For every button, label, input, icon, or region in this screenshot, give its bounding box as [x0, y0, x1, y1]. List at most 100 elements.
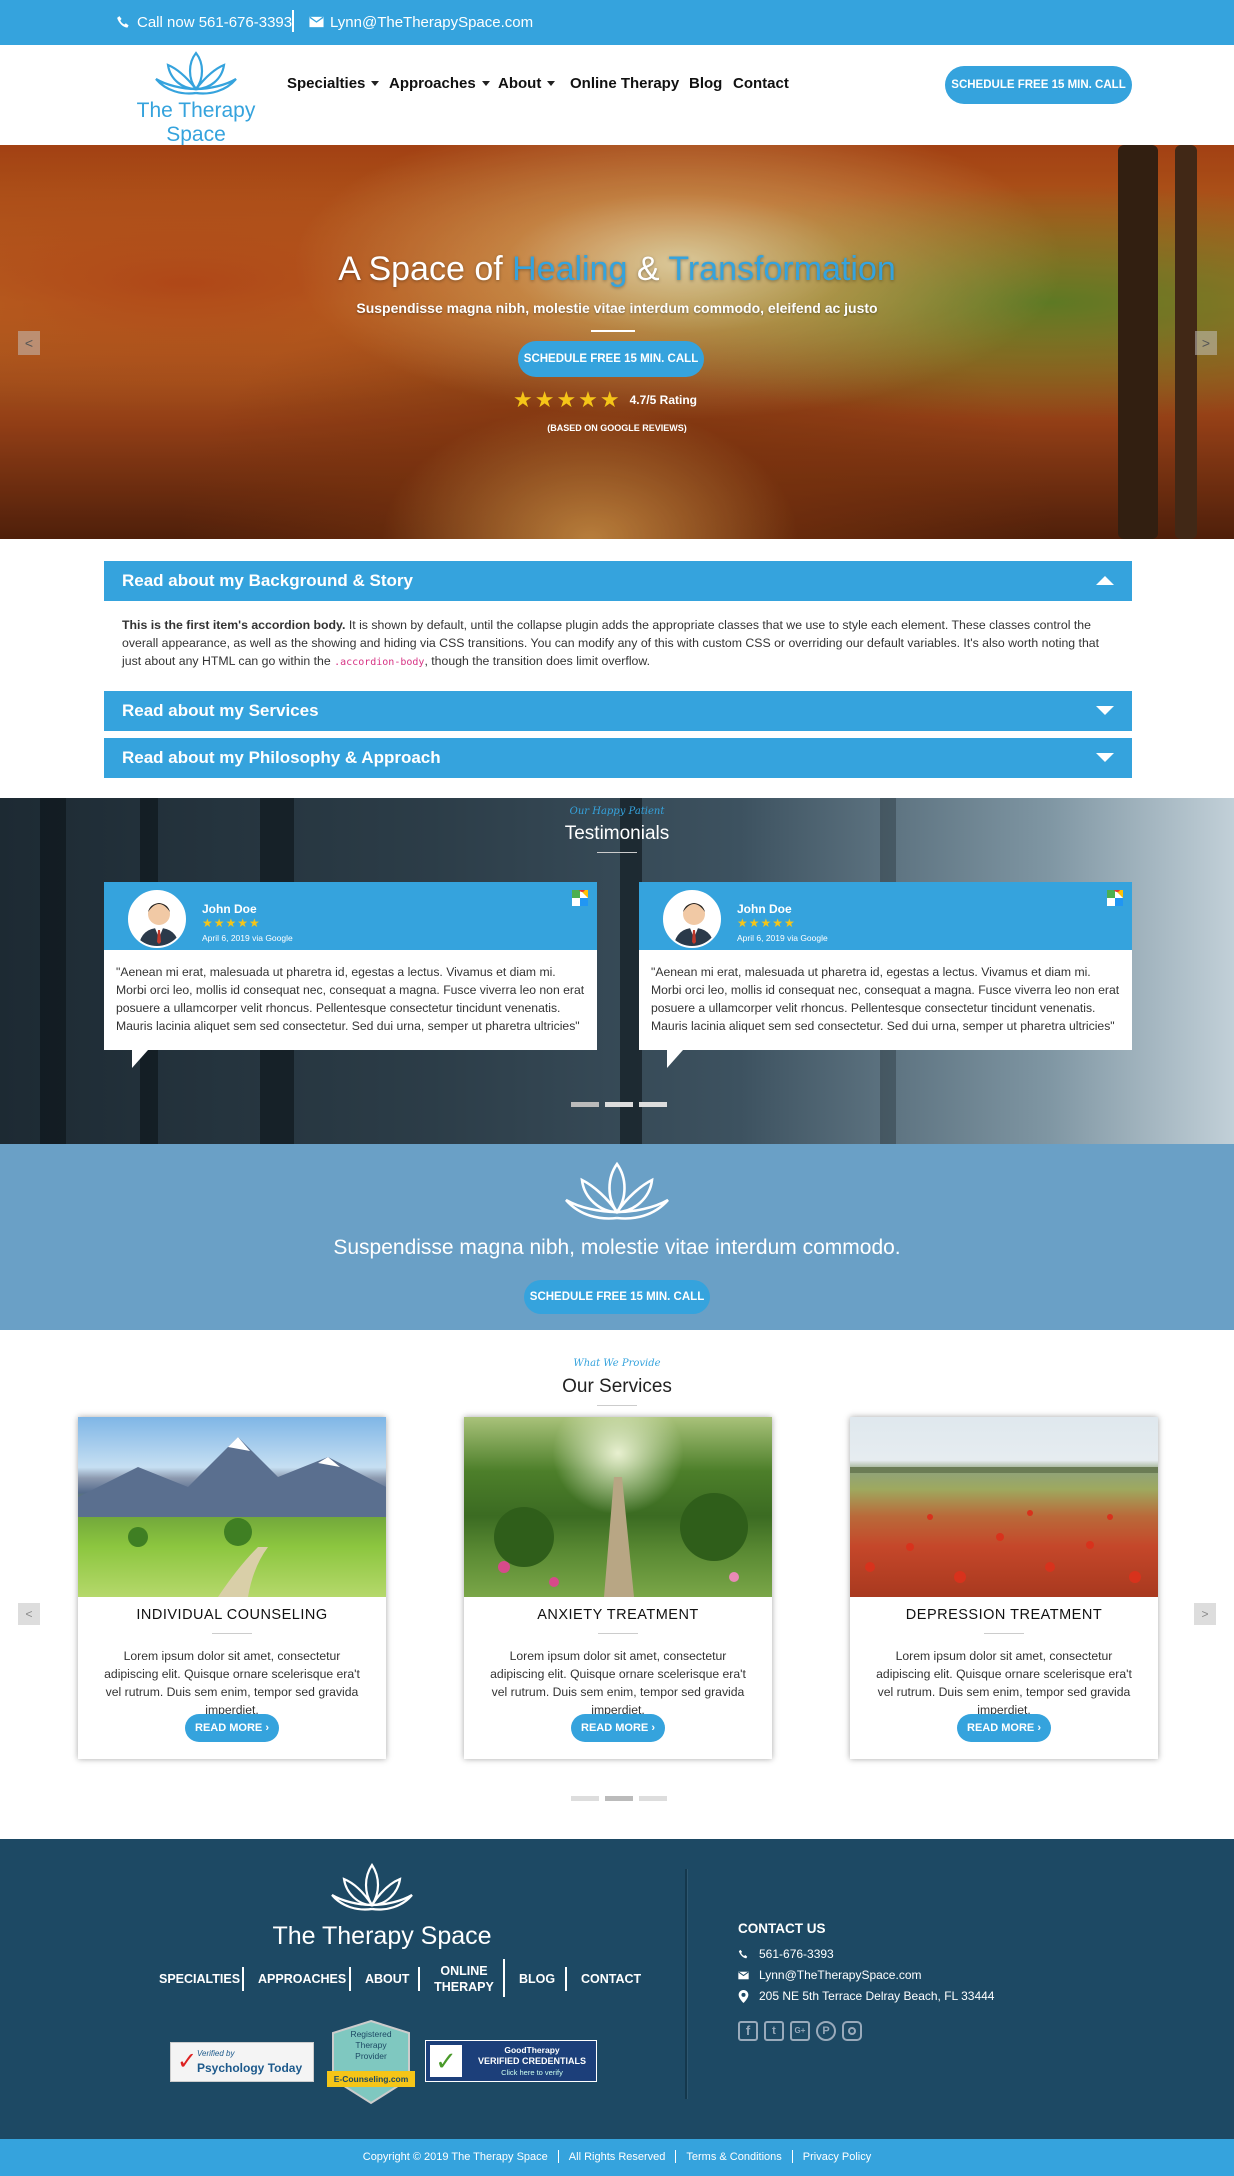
- forest-tree: [40, 798, 66, 1144]
- nav-label: Contact: [733, 75, 789, 92]
- top-email-link[interactable]: Lynn@TheTherapySpace.com: [309, 12, 533, 32]
- twitter-icon[interactable]: t: [764, 2021, 784, 2041]
- badge-name-text: Psychology Today: [197, 2061, 303, 2075]
- top-phone-link[interactable]: Call now 561-676-3393: [116, 12, 292, 32]
- services-pagination: [571, 1796, 667, 1801]
- mountain-landscape-icon: [78, 1437, 386, 1597]
- footer-link-about[interactable]: ABOUT: [365, 1971, 409, 1987]
- speech-tail: [132, 1050, 148, 1068]
- pinterest-icon[interactable]: P: [816, 2021, 836, 2041]
- title-divider: [597, 852, 637, 853]
- carousel-dot[interactable]: [639, 1796, 667, 1801]
- nav-approaches[interactable]: Approaches: [389, 75, 490, 92]
- testimonials-pagination: [571, 1102, 667, 1107]
- garden-path-icon: [494, 1477, 748, 1597]
- carousel-dot[interactable]: [571, 1796, 599, 1801]
- service-text: Lorem ipsum dolor sit amet, consectetur …: [876, 1649, 1132, 1717]
- testimonials-kicker: Our Happy Patient: [569, 806, 665, 817]
- footer-email-text: Lynn@TheTherapySpace.com: [759, 1968, 922, 1982]
- goodtherapy-badge[interactable]: ✓ GoodTherapy VERIFIED CREDENTIALS Click…: [425, 2040, 597, 2082]
- testimonial-name: John Doe: [202, 902, 257, 916]
- poppy-field-icon: [850, 1467, 1158, 1583]
- accordion-title: Read about my Services: [122, 701, 319, 720]
- rating-stars-icon: ★★★★★: [513, 387, 622, 412]
- nav-contact[interactable]: Contact: [733, 75, 789, 92]
- cta-band: Suspendisse magna nibh, molestie vitae i…: [0, 1144, 1234, 1330]
- envelope-icon: [309, 16, 324, 28]
- accordion-header-background[interactable]: Read about my Background & Story: [104, 561, 1132, 601]
- carousel-dot[interactable]: [571, 1102, 599, 1107]
- chevron-right-icon: ›: [1037, 1722, 1041, 1734]
- carousel-dot[interactable]: [605, 1102, 633, 1107]
- footer-link-divider: [349, 1967, 351, 1991]
- poppy-field-image: [850, 1417, 1158, 1597]
- psychology-today-badge[interactable]: ✓ Verified by Psychology Today: [170, 2042, 314, 2082]
- map-pin-icon: [738, 1989, 749, 2003]
- carousel-dot[interactable]: [605, 1796, 633, 1801]
- chevron-up-icon: [1096, 576, 1114, 585]
- bottom-divider: [791, 2150, 793, 2163]
- service-card: DEPRESSION TREATMENT Lorem ipsum dolor s…: [850, 1417, 1158, 1759]
- site-header: The Therapy Space Specialties Approaches…: [0, 45, 1234, 146]
- footer-link-approaches[interactable]: APPROACHES: [258, 1971, 346, 1987]
- service-text: Lorem ipsum dolor sit amet, consectetur …: [104, 1649, 360, 1717]
- google-plus-icon[interactable]: G+: [790, 2021, 810, 2041]
- lotus-logo-icon: [155, 51, 237, 95]
- badge-name-text: GoodTherapy: [504, 2045, 560, 2055]
- testimonial-name: John Doe: [737, 902, 792, 916]
- bottom-links: Copyright © 2019 The Therapy Space All R…: [0, 2150, 1234, 2163]
- read-more-button[interactable]: READ MORE ›: [185, 1714, 279, 1742]
- footer-link-contact[interactable]: CONTACT: [581, 1971, 641, 1987]
- testimonial-meta: April 6, 2019 via Google: [202, 933, 293, 943]
- checkmark-icon: ✓: [177, 2048, 198, 2075]
- site-logo[interactable]: The Therapy Space: [108, 49, 284, 146]
- hero-prev-arrow[interactable]: <: [18, 331, 40, 355]
- footer-link-specialties[interactable]: SPECIALTIES: [159, 1971, 240, 1987]
- cta-schedule-button[interactable]: Schedule Free 15 Min. Call: [524, 1280, 710, 1314]
- chevron-left-icon: <: [24, 335, 34, 351]
- google-maps-icon: [1107, 890, 1123, 906]
- chevron-down-icon: [1096, 706, 1114, 715]
- footer-link-divider: [242, 1967, 244, 1991]
- lotus-logo-icon: [331, 1863, 413, 1911]
- service-divider: [984, 1633, 1024, 1634]
- hero-title: A Space of Healing & Transformation: [0, 250, 1234, 289]
- footer-address-text: 205 NE 5th Terrace Delray Beach, FL 3344…: [759, 1989, 995, 2003]
- nav-online-therapy[interactable]: Online Therapy: [570, 75, 679, 92]
- e-counseling-badge[interactable]: Registered Therapy Provider E-Counseling…: [327, 2019, 415, 2105]
- hero-subtitle: Suspendisse magna nibh, molestie vitae i…: [356, 300, 878, 316]
- testimonials-title: Testimonials: [564, 823, 670, 844]
- services-title: Our Services: [562, 1376, 672, 1397]
- accordion-header-philosophy[interactable]: Read about my Philosophy & Approach: [104, 738, 1132, 778]
- services-prev-arrow[interactable]: <: [18, 1603, 40, 1625]
- avatar: [128, 890, 186, 948]
- footer-link-online-therapy[interactable]: ONLINE THERAPY: [432, 1963, 496, 1995]
- header-schedule-button[interactable]: Schedule Free 15 Min. Call: [945, 66, 1132, 104]
- footer-link-blog[interactable]: BLOG: [519, 1971, 555, 1987]
- nav-blog[interactable]: Blog: [689, 75, 722, 92]
- nav-label: Online Therapy: [570, 75, 680, 92]
- nav-about[interactable]: About: [498, 75, 556, 92]
- facebook-icon[interactable]: f: [738, 2021, 758, 2041]
- hero-schedule-button[interactable]: Schedule Free 15 Min. Call: [518, 341, 704, 377]
- footer-email[interactable]: Lynn@TheTherapySpace.com: [738, 1968, 922, 1982]
- services-next-arrow[interactable]: >: [1194, 1603, 1216, 1625]
- footer-phone[interactable]: 561-676-3393: [738, 1947, 834, 1961]
- carousel-dot[interactable]: [639, 1102, 667, 1107]
- read-more-button[interactable]: READ MORE ›: [957, 1714, 1051, 1742]
- badge-verified-text: VERIFIED CREDENTIALS: [477, 2056, 586, 2066]
- nav-specialties[interactable]: Specialties: [287, 75, 380, 92]
- privacy-link[interactable]: Privacy Policy: [803, 2151, 871, 2163]
- service-text: Lorem ipsum dolor sit amet, consectetur …: [490, 1649, 746, 1717]
- chevron-down-icon: [1096, 753, 1114, 762]
- service-title: DEPRESSION TREATMENT: [905, 1607, 1103, 1623]
- rating-stars-icon: ★★★★★: [202, 916, 261, 930]
- hero-next-arrow[interactable]: >: [1195, 331, 1217, 355]
- terms-link[interactable]: Terms & Conditions: [686, 2151, 781, 2163]
- read-more-button[interactable]: READ MORE ›: [571, 1714, 665, 1742]
- instagram-icon[interactable]: [842, 2021, 862, 2041]
- accordion-header-services[interactable]: Read about my Services: [104, 691, 1132, 731]
- bottom-divider: [675, 2150, 677, 2163]
- title-divider: [597, 1405, 637, 1406]
- hero-title-amp: &: [627, 250, 669, 288]
